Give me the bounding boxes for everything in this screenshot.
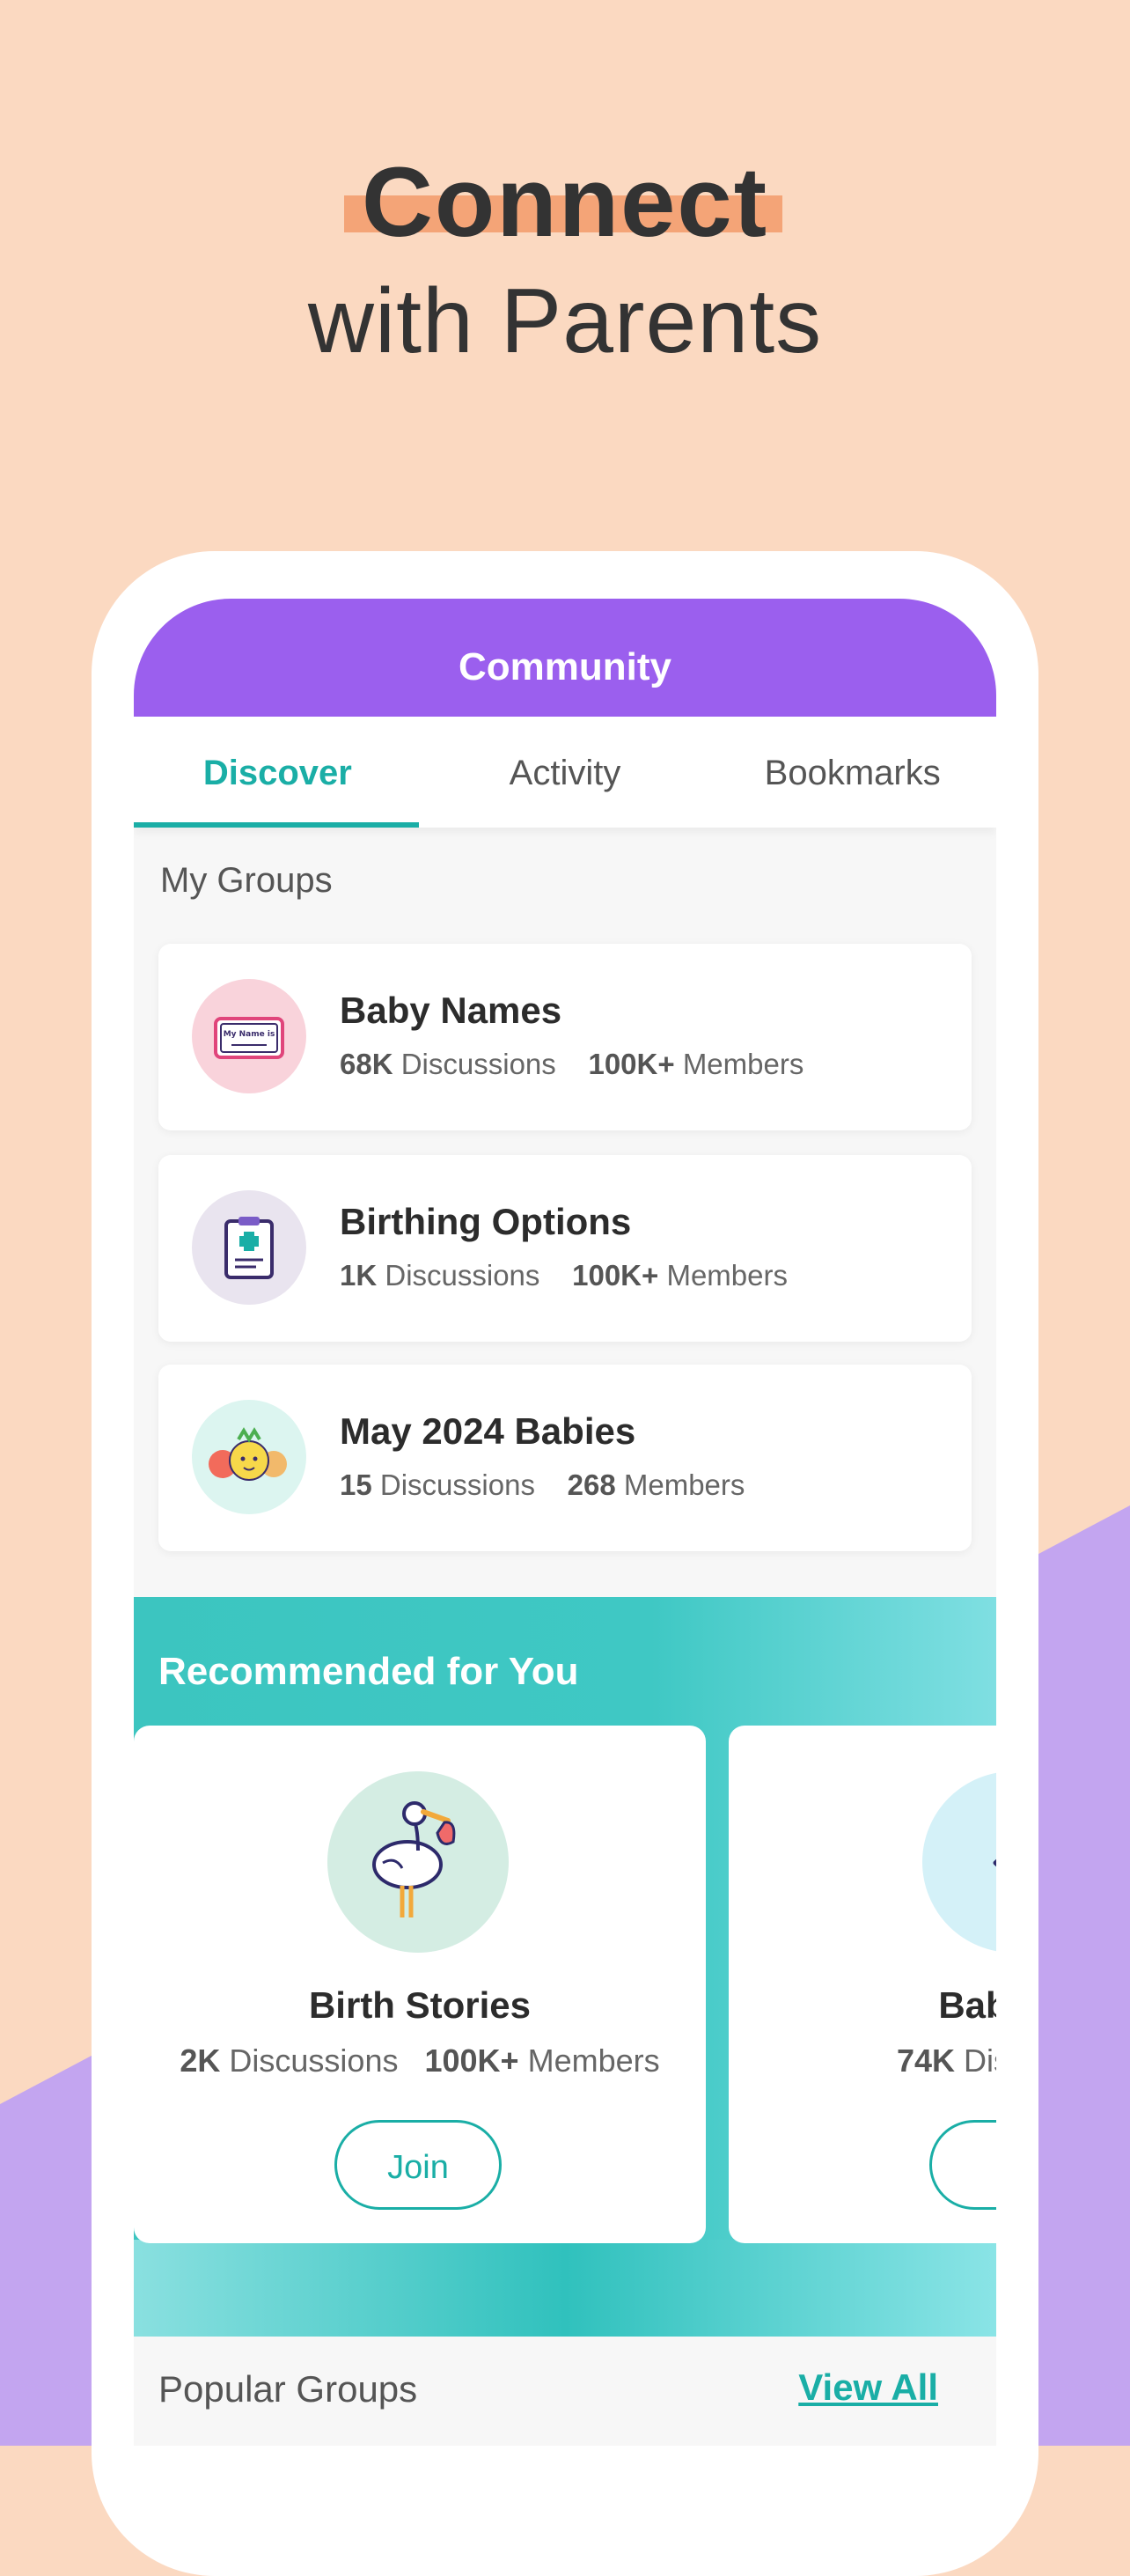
hero-heading: Connect with Parents [0,141,1130,379]
tab-activity[interactable]: Activity [422,717,709,828]
fruit-babies-icon [192,1400,306,1514]
recommended-group-name: Baby's F [938,1984,996,2026]
my-groups-title: My Groups [160,861,333,900]
chevron-icon [922,1771,996,1953]
group-name: Baby Names [340,990,562,1031]
name-tag-icon: My Name is [192,979,306,1093]
group-card-baby-names[interactable]: My Name is Baby Names 68K Discussions 10… [158,944,972,1130]
group-card-birthing-options[interactable]: Birthing Options 1K Discussions 100K+ Me… [158,1155,972,1342]
recommended-card-second[interactable]: Baby's F 74K Discussions J [729,1726,996,2243]
recommended-title: Recommended for You [158,1650,579,1693]
group-stats: 68K Discussions 100K+ Members [340,1048,804,1080]
view-all-link[interactable]: View All [798,2366,938,2409]
app-header: Community [134,599,996,717]
join-button[interactable]: Join [334,2120,502,2210]
svg-text:My Name is: My Name is [224,1030,275,1039]
recommended-footer-band [134,2240,996,2337]
recommended-group-stats: 74K Discussions [896,2042,996,2079]
tab-bar: Discover Activity Bookmarks [134,717,996,828]
active-tab-indicator [134,822,419,828]
tab-bookmarks[interactable]: Bookmarks [708,717,996,828]
join-button[interactable]: J [929,2120,996,2210]
popular-groups-title: Popular Groups [158,2368,418,2410]
group-name: Birthing Options [340,1201,632,1242]
recommended-card-birth-stories[interactable]: Birth Stories 2K Discussions 100K+ Membe… [134,1726,706,2243]
app-screen: Community Discover Activity Bookmarks My… [134,599,996,2446]
recommended-group-name: Birth Stories [308,1984,532,2026]
tab-discover[interactable]: Discover [134,717,422,828]
clipboard-medical-icon [192,1190,306,1305]
group-name: May 2024 Babies [340,1410,636,1452]
group-stats: 15 Discussions 268 Members [340,1468,745,1501]
hero-subtitle: with Parents [307,270,823,372]
stork-icon [327,1771,509,1953]
hero-title: Connect [344,141,782,264]
group-stats: 1K Discussions 100K+ Members [340,1259,788,1292]
popular-groups-header: Popular Groups View All [134,2337,996,2446]
group-card-may-2024-babies[interactable]: May 2024 Babies 15 Discussions 268 Membe… [158,1365,972,1551]
recommended-section: Recommended for You Birth Stories 2K Dis… [134,1597,996,2337]
recommended-group-stats: 2K Discussions 100K+ Members [180,2042,660,2079]
